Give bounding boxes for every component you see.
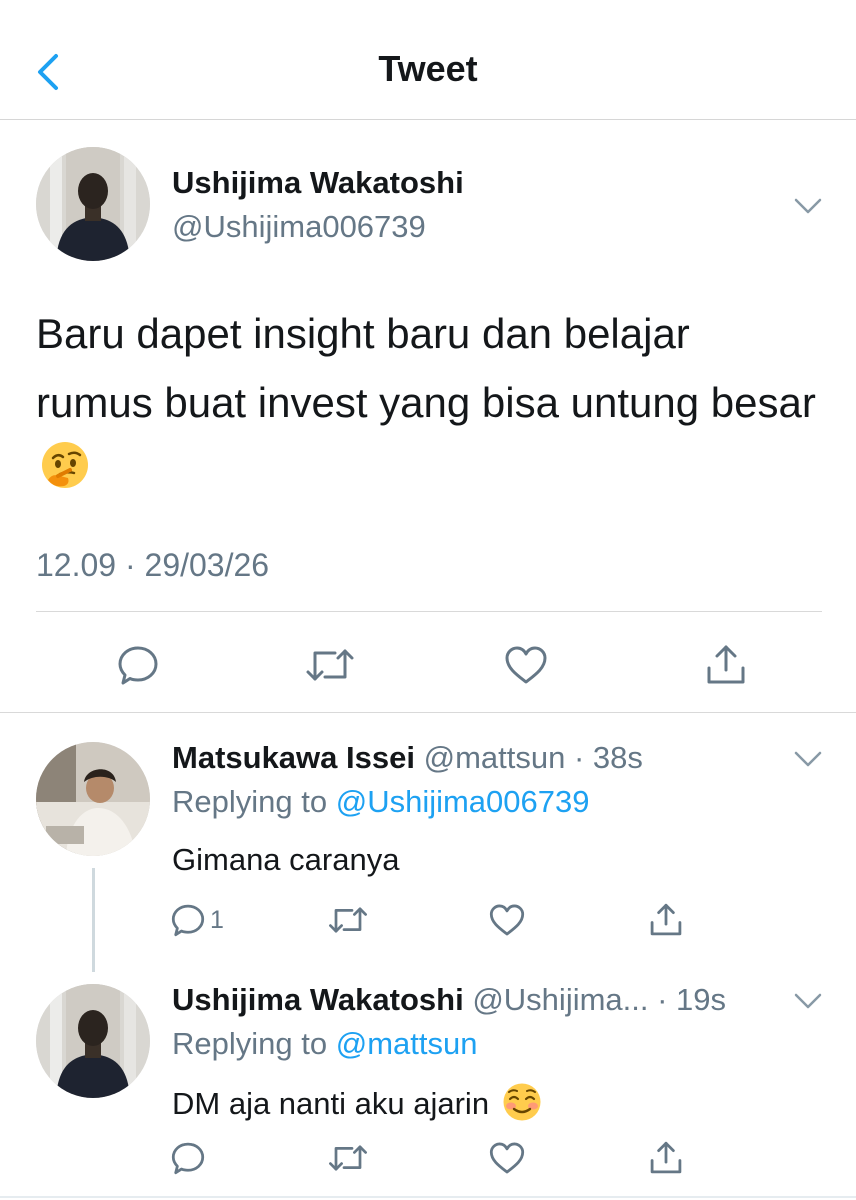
replying-to-label: Replying to xyxy=(172,784,336,819)
profile-photo xyxy=(36,742,150,856)
like-button[interactable] xyxy=(498,637,554,693)
reply-header: Matsukawa Issei @mattsun · 38s xyxy=(172,740,643,776)
page-title: Tweet xyxy=(378,48,478,89)
mention-link[interactable]: @Ushijima006739 xyxy=(336,784,590,819)
tweet-options-button[interactable] xyxy=(788,744,828,774)
divider xyxy=(0,1196,856,1198)
smiling-face-emoji xyxy=(502,1082,542,1130)
author-name[interactable]: Ushijima Wakatoshi xyxy=(172,165,464,201)
reply-button[interactable]: 1 xyxy=(170,898,224,942)
tweet-text: DM aja nanti aku ajarin xyxy=(172,1082,542,1130)
tweet-options-button[interactable] xyxy=(788,191,828,221)
divider xyxy=(36,611,822,612)
reply-tweet[interactable]: Ushijima Wakatoshi @Ushijima... · 19s Re… xyxy=(0,974,856,1196)
retweet-button[interactable] xyxy=(302,637,358,693)
tweet-text-content: Baru dapet insight baru dan belajar rumu… xyxy=(36,310,816,426)
avatar[interactable] xyxy=(36,147,150,261)
author-handle-time[interactable]: @Ushijima... · 19s xyxy=(472,982,726,1017)
main-tweet: Ushijima Wakatoshi @Ushijima006739 Baru … xyxy=(0,121,856,713)
chevron-down-icon xyxy=(794,198,822,214)
reply-icon xyxy=(171,904,205,937)
author-name[interactable]: Matsukawa Issei xyxy=(172,740,415,775)
avatar[interactable] xyxy=(36,742,150,856)
tweet-text: Baru dapet insight baru dan belajar rumu… xyxy=(36,299,816,510)
reply-button[interactable] xyxy=(110,637,166,693)
like-button[interactable] xyxy=(488,1136,526,1180)
share-icon xyxy=(650,903,682,936)
like-icon xyxy=(505,646,547,684)
chevron-down-icon xyxy=(794,751,822,767)
retweet-button[interactable] xyxy=(328,898,368,942)
retweet-button[interactable] xyxy=(328,1136,368,1180)
reply-tweet[interactable]: Matsukawa Issei @mattsun · 38s Replying … xyxy=(0,714,856,974)
mention-link[interactable]: @mattsun xyxy=(336,1026,478,1061)
share-icon xyxy=(707,645,745,684)
profile-photo xyxy=(36,984,150,1098)
share-button[interactable] xyxy=(648,1136,684,1180)
replying-to-label: Replying to xyxy=(172,1026,336,1061)
like-button[interactable] xyxy=(488,898,526,942)
avatar[interactable] xyxy=(36,984,150,1098)
profile-photo xyxy=(36,147,150,261)
retweet-icon xyxy=(306,649,354,681)
retweet-icon xyxy=(329,1145,367,1171)
author-handle-time[interactable]: @mattsun · 38s xyxy=(424,740,643,775)
author-name[interactable]: Ushijima Wakatoshi xyxy=(172,982,464,1017)
reply-button[interactable] xyxy=(170,1136,206,1180)
thinking-face-emoji xyxy=(40,440,90,510)
reply-header: Ushijima Wakatoshi @Ushijima... · 19s xyxy=(172,982,726,1018)
share-button[interactable] xyxy=(648,898,684,942)
tweet-timestamp[interactable]: 12.09 · 29/03/26 xyxy=(36,547,269,584)
share-button[interactable] xyxy=(698,637,754,693)
like-icon xyxy=(489,1142,525,1174)
tweet-text: Gimana caranya xyxy=(172,842,400,877)
retweet-icon xyxy=(329,907,367,933)
replying-to: Replying to @Ushijima006739 xyxy=(172,784,590,820)
navigation-bar: Tweet xyxy=(0,0,856,120)
replying-to: Replying to @mattsun xyxy=(172,1026,477,1062)
chevron-down-icon xyxy=(794,993,822,1009)
reply-icon xyxy=(118,646,158,685)
thread-connector-line xyxy=(92,868,95,972)
share-icon xyxy=(650,1141,682,1174)
tweet-options-button[interactable] xyxy=(788,986,828,1016)
author-handle[interactable]: @Ushijima006739 xyxy=(172,209,426,245)
reply-count: 1 xyxy=(210,905,224,934)
like-icon xyxy=(489,904,525,936)
reply-icon xyxy=(171,1142,205,1175)
tweet-text-content: DM aja nanti aku ajarin xyxy=(172,1086,490,1122)
